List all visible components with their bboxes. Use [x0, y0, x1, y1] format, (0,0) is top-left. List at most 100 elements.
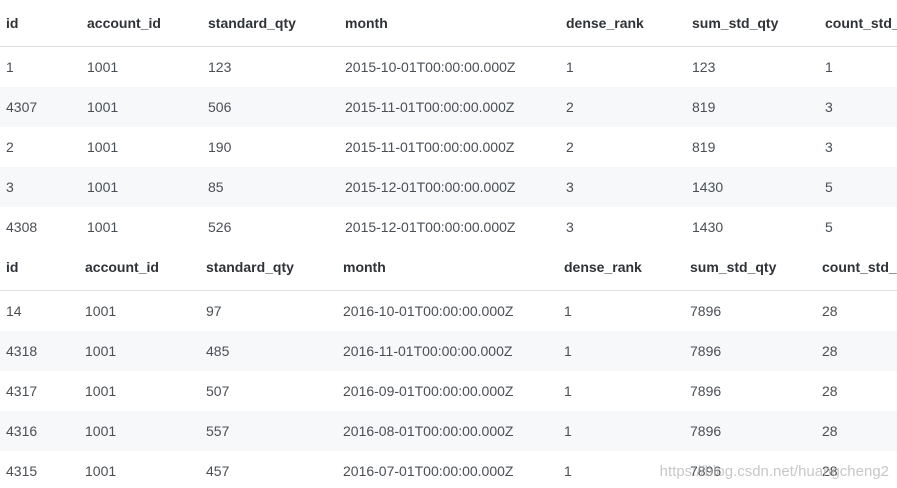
cell-standard-qty: 526 [208, 219, 232, 235]
cell-dense-rank: 1 [566, 59, 574, 75]
cell-standard-qty: 190 [208, 139, 232, 155]
table-row[interactable]: 4316 1001 557 2016-08-01T00:00:00.000Z 1… [0, 411, 897, 451]
cell-month: 2016-08-01T00:00:00.000Z [337, 411, 558, 451]
cell-standard-qty: 123 [208, 59, 232, 75]
cell-standard-qty: 506 [202, 87, 339, 127]
cell-account-id: 1001 [85, 303, 117, 319]
cell-count-std-qty: 5 [819, 167, 897, 207]
cell-sum-std-qty: 7896 [690, 383, 722, 399]
column-header-account-id[interactable]: account_id [81, 0, 202, 47]
result-table-bottom: id account_id standard_qty month dense_r… [0, 244, 897, 488]
header-row: id account_id standard_qty month dense_r… [0, 244, 897, 291]
cell-month: 2015-12-01T00:00:00.000Z [339, 167, 560, 207]
cell-id: 14 [6, 303, 22, 319]
table-row[interactable]: 1 1001 123 2015-10-01T00:00:00.000Z 1 12… [0, 47, 897, 88]
cell-month: 2015-11-01T00:00:00.000Z [339, 87, 560, 127]
column-header-count-std-qty[interactable]: count_std_q [816, 244, 897, 291]
cell-sum-std-qty: 7896 [684, 411, 816, 451]
column-header-count-std-qty[interactable]: count_std_q [819, 0, 897, 47]
column-header-dense-rank[interactable]: dense_rank [558, 244, 684, 291]
cell-account-id: 1001 [87, 59, 119, 75]
cell-id: 4315 [6, 463, 38, 479]
cell-dense-rank: 1 [558, 411, 684, 451]
column-header-dense-rank[interactable]: dense_rank [560, 0, 686, 47]
cell-dense-rank: 1 [564, 463, 572, 479]
cell-standard-qty: 485 [200, 331, 337, 371]
cell-id: 1 [6, 59, 14, 75]
cell-sum-std-qty: 1430 [692, 219, 724, 235]
table-body: 14 1001 97 2016-10-01T00:00:00.000Z 1 78… [0, 291, 897, 488]
table-row[interactable]: 3 1001 85 2015-12-01T00:00:00.000Z 3 143… [0, 167, 897, 207]
cell-count-std-qty: 28 [822, 463, 838, 479]
cell-dense-rank: 1 [558, 331, 684, 371]
cell-count-std-qty: 28 [816, 411, 897, 451]
column-header-sum-std-qty[interactable]: sum_std_qty [686, 0, 819, 47]
cell-account-id: 1001 [81, 167, 202, 207]
table-row[interactable]: 4307 1001 506 2015-11-01T00:00:00.000Z 2… [0, 87, 897, 127]
cell-standard-qty: 85 [202, 167, 339, 207]
cell-id: 4317 [6, 383, 38, 399]
result-table-top: id account_id standard_qty month dense_r… [0, 0, 897, 247]
cell-dense-rank: 1 [564, 383, 572, 399]
cell-account-id: 1001 [85, 463, 117, 479]
column-header-month[interactable]: month [339, 0, 560, 47]
cell-sum-std-qty: 7896 [690, 463, 722, 479]
table-row[interactable]: 4318 1001 485 2016-11-01T00:00:00.000Z 1… [0, 331, 897, 371]
cell-count-std-qty: 3 [819, 87, 897, 127]
column-header-account-id[interactable]: account_id [79, 244, 200, 291]
cell-month: 2016-07-01T00:00:00.000Z [343, 463, 514, 479]
cell-account-id: 1001 [85, 383, 117, 399]
cell-account-id: 1001 [87, 219, 119, 235]
cell-account-id: 1001 [87, 139, 119, 155]
header-row: id account_id standard_qty month dense_r… [0, 0, 897, 47]
column-header-sum-std-qty[interactable]: sum_std_qty [684, 244, 816, 291]
cell-dense-rank: 2 [560, 87, 686, 127]
cell-count-std-qty: 28 [822, 383, 838, 399]
cell-id: 3 [0, 167, 81, 207]
cell-sum-std-qty: 7896 [690, 303, 722, 319]
cell-count-std-qty: 3 [825, 139, 833, 155]
cell-dense-rank: 2 [566, 139, 574, 155]
table-body: 1 1001 123 2015-10-01T00:00:00.000Z 1 12… [0, 47, 897, 248]
cell-month: 2015-12-01T00:00:00.000Z [345, 219, 516, 235]
cell-id: 4318 [0, 331, 79, 371]
cell-account-id: 1001 [81, 87, 202, 127]
column-header-standard-qty[interactable]: standard_qty [200, 244, 337, 291]
cell-standard-qty: 97 [206, 303, 222, 319]
cell-sum-std-qty: 819 [686, 87, 819, 127]
cell-id: 2 [6, 139, 14, 155]
cell-standard-qty: 457 [206, 463, 230, 479]
column-header-standard-qty[interactable]: standard_qty [202, 0, 339, 47]
cell-dense-rank: 3 [560, 167, 686, 207]
cell-standard-qty: 557 [200, 411, 337, 451]
column-header-id[interactable]: id [0, 244, 79, 291]
cell-sum-std-qty: 819 [692, 139, 716, 155]
cell-id: 4308 [6, 219, 38, 235]
table-row[interactable]: 14 1001 97 2016-10-01T00:00:00.000Z 1 78… [0, 291, 897, 332]
cell-month: 2016-10-01T00:00:00.000Z [343, 303, 514, 319]
table-row[interactable]: 2 1001 190 2015-11-01T00:00:00.000Z 2 81… [0, 127, 897, 167]
cell-account-id: 1001 [79, 411, 200, 451]
table-row[interactable]: 4317 1001 507 2016-09-01T00:00:00.000Z 1… [0, 371, 897, 411]
cell-sum-std-qty: 1430 [686, 167, 819, 207]
cell-month: 2015-10-01T00:00:00.000Z [345, 59, 516, 75]
table-row[interactable]: 4308 1001 526 2015-12-01T00:00:00.000Z 3… [0, 207, 897, 247]
cell-count-std-qty: 1 [825, 59, 833, 75]
cell-dense-rank: 1 [564, 303, 572, 319]
table-header: id account_id standard_qty month dense_r… [0, 0, 897, 47]
table-row[interactable]: 4315 1001 457 2016-07-01T00:00:00.000Z 1… [0, 451, 897, 488]
cell-count-std-qty: 28 [822, 303, 838, 319]
cell-sum-std-qty: 123 [692, 59, 716, 75]
cell-account-id: 1001 [79, 331, 200, 371]
cell-dense-rank: 3 [566, 219, 574, 235]
cell-count-std-qty: 28 [816, 331, 897, 371]
cell-count-std-qty: 5 [825, 219, 833, 235]
table-header: id account_id standard_qty month dense_r… [0, 244, 897, 291]
cell-sum-std-qty: 7896 [684, 331, 816, 371]
column-header-id[interactable]: id [0, 0, 81, 47]
column-header-month[interactable]: month [337, 244, 558, 291]
cell-month: 2016-09-01T00:00:00.000Z [343, 383, 514, 399]
cell-id: 4316 [0, 411, 79, 451]
cell-id: 4307 [0, 87, 81, 127]
cell-month: 2016-11-01T00:00:00.000Z [337, 331, 558, 371]
